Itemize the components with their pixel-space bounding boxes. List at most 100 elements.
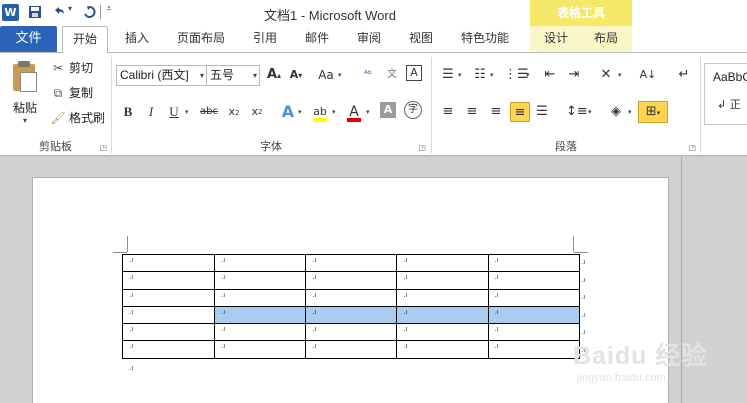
styles-gallery[interactable]: AaBbC ↲ 正 [704, 63, 747, 125]
tab-home[interactable]: 开始 [62, 26, 108, 53]
tab-references[interactable]: 引用 [246, 26, 284, 52]
table-cell[interactable]: .ı [213, 253, 307, 273]
shrink-font-icon[interactable]: A▾ [286, 65, 306, 85]
text-effects-icon[interactable]: A [278, 102, 298, 122]
chevron-down-icon[interactable]: ▾ [366, 108, 370, 116]
format-painter-button[interactable]: 🖌 格式刷 [50, 107, 105, 129]
bullets-icon[interactable]: ☰ [438, 65, 458, 85]
show-marks-icon[interactable]: ↵ [674, 65, 694, 85]
character-shading-icon[interactable]: A [380, 102, 396, 118]
table-cell[interactable]: .ı [396, 271, 489, 290]
tab-review[interactable]: 审阅 [350, 26, 388, 52]
paste-dropdown-icon[interactable]: ▾ [6, 116, 44, 125]
table-cell[interactable]: .ı [213, 340, 307, 359]
decrease-indent-icon[interactable]: ⇤ [540, 65, 560, 85]
paragraph-launcher-icon[interactable]: ◳ [688, 143, 696, 152]
increase-indent-icon[interactable]: ⇥ [564, 65, 584, 85]
line-spacing-icon[interactable]: ↕≡ [566, 102, 588, 122]
table-row[interactable]: .ı .ı .ı .ı .ı [122, 271, 580, 290]
font-color-icon[interactable]: A [344, 102, 364, 122]
table-cell[interactable]: .ı [487, 288, 580, 307]
tab-page-layout[interactable]: 页面布局 [172, 26, 230, 52]
font-size-combo[interactable]: 五号 ▾ [206, 65, 260, 86]
change-case-icon[interactable]: Aa [316, 65, 336, 85]
table-cell[interactable]: .ı [122, 340, 215, 359]
tab-special-features[interactable]: 特色功能 [456, 26, 514, 52]
table-cell-selected[interactable]: .ı [487, 305, 580, 325]
chevron-down-icon[interactable]: ▾ [628, 108, 632, 116]
table-cell[interactable]: .ı [305, 288, 398, 307]
borders-icon[interactable]: ⊞▾ [638, 101, 668, 123]
tab-insert[interactable]: 插入 [118, 26, 156, 52]
table-row-selected[interactable]: .ı .ı .ı .ı .ı [122, 305, 580, 325]
shading-icon[interactable]: ◈ [606, 102, 626, 122]
table-cell[interactable]: .ı [305, 253, 398, 273]
table-cell[interactable]: .ı [305, 340, 398, 359]
table-cell[interactable]: .ı [396, 340, 489, 359]
table-cell[interactable]: .ı [396, 288, 489, 307]
align-center-icon[interactable]: ≡ [462, 102, 482, 122]
bold-icon[interactable]: B [118, 102, 138, 122]
font-launcher-icon[interactable]: ◳ [418, 143, 426, 152]
tab-table-design[interactable]: 设计 [537, 26, 575, 52]
distributed-icon[interactable]: ☰ [532, 102, 552, 122]
table-cell[interactable]: .ı [122, 305, 215, 325]
underline-icon[interactable]: U [164, 102, 184, 122]
chevron-down-icon[interactable]: ▾ [588, 108, 592, 116]
clipboard-launcher-icon[interactable]: ◳ [99, 143, 107, 152]
character-border-icon[interactable]: A [406, 65, 422, 81]
chevron-down-icon[interactable]: ▾ [338, 71, 342, 79]
table-cell[interactable]: .ı [122, 323, 215, 342]
paste-button[interactable]: 粘贴 ▾ [6, 59, 44, 133]
tab-mailings[interactable]: 邮件 [298, 26, 336, 52]
sort-icon[interactable]: A↓ [638, 65, 658, 85]
justify-icon[interactable]: ≡ [510, 102, 530, 122]
table-cell[interactable]: .ı [487, 340, 580, 359]
chevron-down-icon[interactable]: ▾ [618, 71, 622, 79]
table-cell-selected[interactable]: .ı [213, 305, 307, 325]
table-cell[interactable]: .ı [487, 253, 580, 273]
subscript-icon[interactable]: x2 [224, 102, 244, 122]
table-cell-selected[interactable]: .ı [305, 305, 398, 325]
chevron-down-icon[interactable]: ▾ [526, 71, 530, 79]
table-cell[interactable]: .ı [213, 271, 307, 290]
copy-button[interactable]: ⧉ 复制 [50, 82, 93, 104]
table-row[interactable]: .ı .ı .ı .ı .ı [122, 323, 580, 342]
tab-table-layout[interactable]: 布局 [587, 26, 625, 52]
chevron-down-icon[interactable]: ▾ [458, 71, 462, 79]
table-row[interactable]: .ı .ı .ı .ı .ı [122, 340, 580, 359]
clear-formatting-icon[interactable]: ᴬᵇ [358, 65, 378, 85]
font-name-combo[interactable]: Calibri (西文] ▾ [116, 65, 207, 86]
chevron-down-icon[interactable]: ▾ [298, 108, 302, 116]
table-cell[interactable]: .ı [122, 271, 215, 290]
align-right-icon[interactable]: ≡ [486, 102, 506, 122]
grow-font-icon[interactable]: A▴ [264, 65, 284, 85]
enclose-characters-icon[interactable]: 字 [404, 101, 422, 119]
chevron-down-icon[interactable]: ▾ [185, 108, 189, 116]
table-cell-selected[interactable]: .ı [396, 305, 489, 325]
strikethrough-icon[interactable]: abc [199, 102, 219, 122]
table-cell[interactable]: .ı [487, 271, 580, 290]
table-cell[interactable]: .ı [396, 323, 489, 342]
table-cell[interactable]: .ı [487, 323, 580, 342]
table-cell[interactable]: .ı [396, 253, 489, 273]
document-table[interactable]: .ı .ı .ı .ı .ı .ı .ı .ı .ı .ı .ı .ı .ı .… [122, 253, 580, 359]
cut-button[interactable]: ✂ 剪切 [50, 57, 93, 79]
chevron-down-icon[interactable]: ▾ [490, 71, 494, 79]
chinese-layout-icon[interactable]: ✕ [596, 65, 616, 85]
multilevel-list-icon[interactable]: ⋮☰ [504, 65, 529, 85]
align-left-icon[interactable]: ≡ [438, 102, 458, 122]
numbering-icon[interactable]: ☷ [470, 65, 490, 85]
table-row[interactable]: .ı .ı .ı .ı .ı [122, 253, 580, 273]
highlight-icon[interactable]: ab [310, 102, 330, 122]
italic-icon[interactable]: I [141, 102, 161, 122]
table-cell[interactable]: .ı [305, 271, 398, 290]
phonetic-guide-icon[interactable]: 文 [382, 65, 402, 85]
table-cell[interactable]: .ı [305, 323, 398, 342]
table-row[interactable]: .ı .ı .ı .ı .ı [122, 288, 580, 307]
table-cell[interactable]: .ı [122, 253, 215, 273]
table-cell[interactable]: .ı [213, 288, 307, 307]
table-cell[interactable]: .ı [213, 323, 307, 342]
superscript-icon[interactable]: x2 [247, 102, 267, 122]
tab-file[interactable]: 文件 [0, 26, 57, 52]
